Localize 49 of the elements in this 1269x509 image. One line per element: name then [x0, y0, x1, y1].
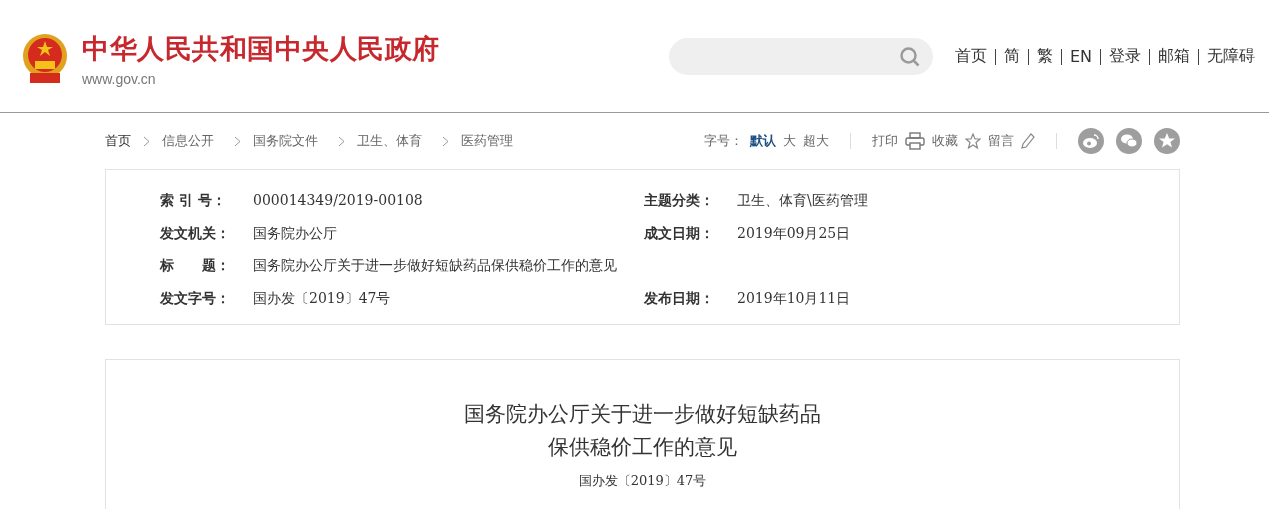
nav-link[interactable]: 登录: [1101, 46, 1149, 67]
article-title: 保供稳价工作的意见: [548, 434, 737, 461]
field-label: 发文机关：: [160, 224, 231, 243]
chevron-icon: [338, 135, 345, 147]
chevron-icon: [442, 135, 449, 147]
weibo-icon[interactable]: [1078, 128, 1104, 154]
search-icon: [898, 45, 921, 68]
field-value: 000014349/2019-00108: [253, 192, 423, 211]
chevron-icon: [234, 135, 241, 147]
field-value: 国务院办公厅: [253, 224, 337, 243]
field-label: 标 题：: [160, 257, 231, 276]
chevron-icon: [143, 135, 150, 147]
field-label: 发布日期：: [644, 289, 715, 308]
pencil-icon: [1021, 133, 1035, 149]
field-label: 索 引 号：: [160, 192, 227, 211]
breadcrumb-link[interactable]: 信息公开: [162, 132, 214, 150]
nav-link[interactable]: 首页: [946, 46, 995, 67]
field-value: 国办发〔2019〕47号: [253, 289, 391, 308]
field-label: 主题分类：: [644, 192, 715, 211]
nav-link[interactable]: 简: [995, 46, 1028, 67]
field-value: 2019年10月11日: [737, 289, 851, 308]
field-value: 卫生、体育\医药管理: [737, 192, 868, 211]
breadcrumb-link[interactable]: 医药管理: [461, 132, 513, 150]
nav-link[interactable]: EN: [1061, 47, 1100, 66]
search-field[interactable]: [668, 38, 933, 75]
field-value: 国务院办公厅关于进一步做好短缺药品保供稳价工作的意见: [253, 257, 617, 276]
printer-icon: [905, 132, 925, 150]
site-url: www.gov.cn: [82, 71, 157, 87]
breadcrumb-link[interactable]: 首页: [105, 132, 131, 150]
font-size-option[interactable]: 默认: [750, 132, 776, 150]
field-value: 2019年09月25日: [737, 224, 851, 243]
field-label: 发文字号：: [160, 289, 231, 308]
wechat-icon[interactable]: [1116, 128, 1142, 154]
nav-link[interactable]: 无障碍: [1199, 46, 1263, 67]
tool-link[interactable]: 收藏: [932, 132, 958, 150]
font-size-option[interactable]: 超大: [803, 132, 829, 150]
breadcrumb-link[interactable]: 国务院文件: [253, 132, 318, 150]
breadcrumb-link[interactable]: 卫生、体育: [357, 132, 422, 150]
star-icon: [965, 133, 981, 149]
font-size-label: 字号：: [704, 132, 743, 150]
tool-link[interactable]: 打印: [872, 132, 898, 150]
document-number: 国办发〔2019〕47号: [578, 472, 707, 490]
font-size-option[interactable]: 大: [783, 132, 796, 150]
nav-link[interactable]: 邮箱: [1150, 46, 1198, 67]
site-name: 中华人民共和国中央人民政府: [82, 32, 440, 66]
tool-link[interactable]: 留言: [988, 132, 1014, 150]
field-label: 成文日期：: [644, 224, 715, 243]
nav-link[interactable]: 繁: [1028, 46, 1061, 67]
article-title: 国务院办公厅关于进一步做好短缺药品: [464, 401, 821, 428]
